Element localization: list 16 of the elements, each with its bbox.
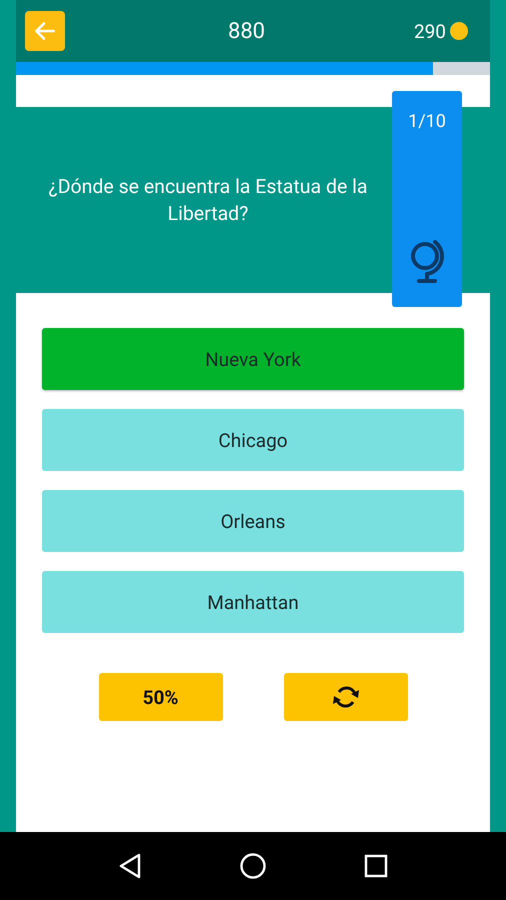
question-counter: 1/10 — [408, 111, 446, 132]
coin-icon — [450, 22, 468, 40]
answer-button[interactable]: Manhattan — [42, 571, 464, 633]
globe-icon — [409, 237, 445, 285]
answer-button[interactable]: Nueva York — [42, 328, 464, 390]
recents-nav-icon[interactable] — [364, 854, 388, 878]
swap-button[interactable] — [284, 673, 408, 721]
answer-button[interactable]: Orleans — [42, 490, 464, 552]
question-text: ¿Dónde se encuentra la Estatua de la Libertad? — [48, 174, 368, 227]
home-nav-icon[interactable] — [238, 852, 267, 880]
coin-count: 290 — [414, 20, 446, 42]
refresh-icon — [330, 684, 360, 710]
answer-button[interactable]: Chicago — [42, 409, 464, 471]
back-nav-icon[interactable] — [118, 853, 142, 879]
score: 880 — [228, 18, 266, 44]
fifty-fifty-button[interactable]: 50% — [98, 673, 222, 721]
